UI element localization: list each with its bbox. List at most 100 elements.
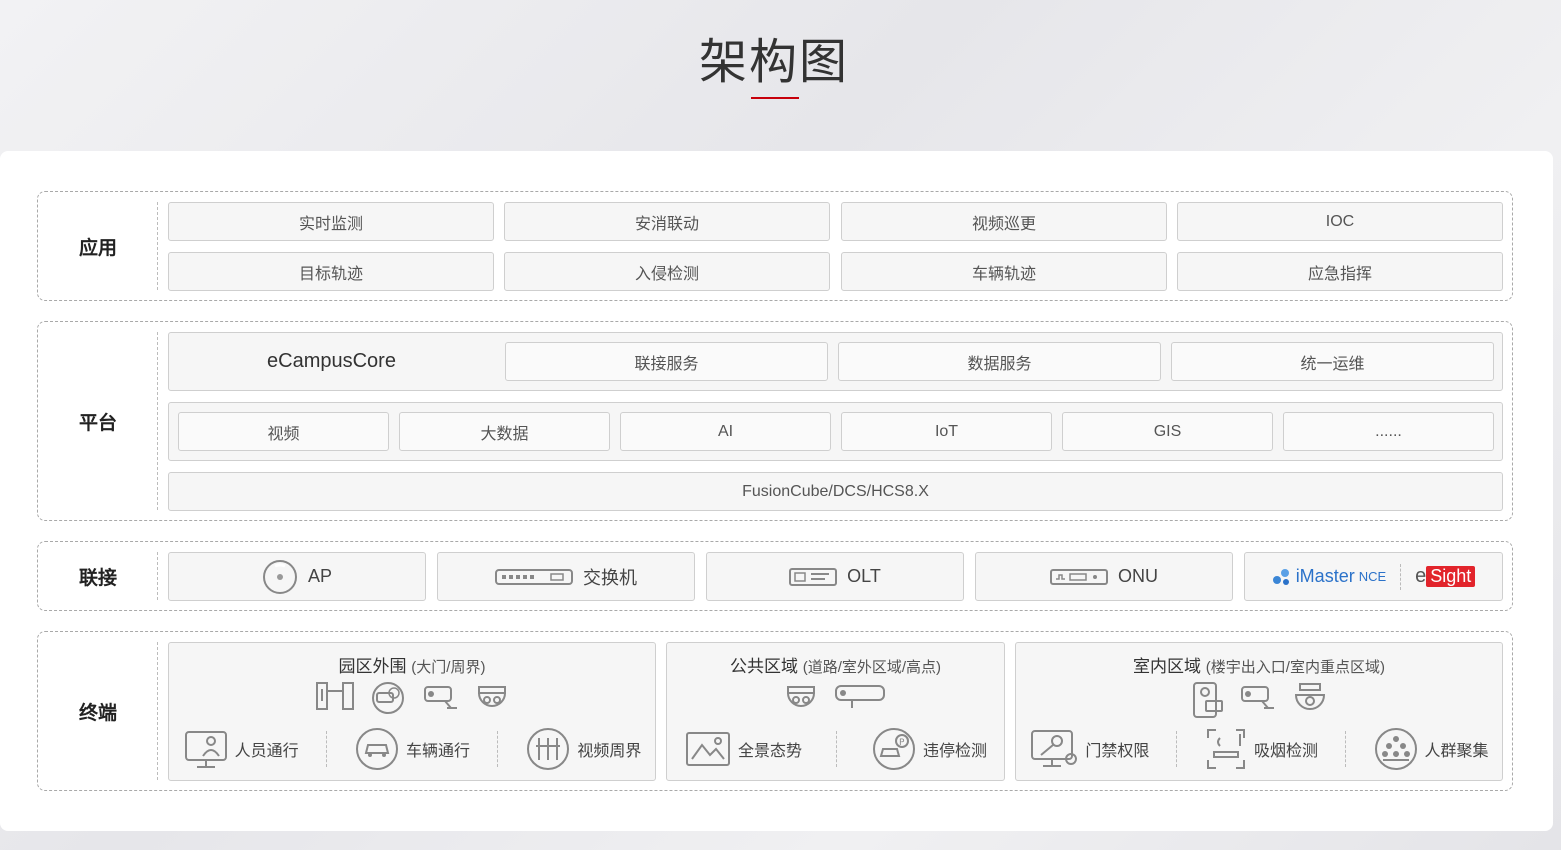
imaster-nce-logo: iMaster NCE xyxy=(1272,566,1386,587)
platform-capability-group: 视频 大数据 AI IoT GIS ...... xyxy=(168,402,1503,461)
bullet-camera-icon xyxy=(1241,686,1274,709)
zone-subtitle: (大门/周界) xyxy=(411,659,486,676)
scene-label: 人员通行 xyxy=(234,743,299,760)
scene-divider xyxy=(1176,731,1178,767)
scene-label: 吸烟检测 xyxy=(1253,743,1318,760)
app-item[interactable]: 视频巡更 xyxy=(841,202,1167,241)
management-platforms[interactable]: iMaster NCE e Sight xyxy=(1244,552,1503,601)
panorama-icon xyxy=(685,732,730,766)
device-olt[interactable]: OLT xyxy=(706,552,964,601)
page-title: 架构图 xyxy=(698,34,849,90)
zone-title: 园区外围 (大门/周界) xyxy=(169,652,655,677)
device-ap[interactable]: AP xyxy=(168,552,426,601)
zone-indoor-area[interactable]: 室内区域 (楼宇出入口/室内重点区域) 门禁权限 吸烟检测 人群聚集 xyxy=(1015,642,1503,781)
management-divider xyxy=(1400,563,1402,590)
ecampuscore-label: eCampusCore xyxy=(267,350,396,372)
layer-label-terminal: 终端 xyxy=(78,702,117,724)
zone-device-icons xyxy=(667,681,1004,715)
scene-item[interactable]: 全景态势 xyxy=(684,729,802,769)
esight-e-text: e xyxy=(1415,565,1427,587)
app-item[interactable]: 入侵检测 xyxy=(504,252,830,291)
scene-item[interactable]: 视频周界 xyxy=(525,726,641,772)
layer-label-platform: 平台 xyxy=(78,412,117,434)
scene-divider xyxy=(835,731,837,767)
layer-divider xyxy=(157,642,158,780)
smoking-detection-icon xyxy=(1206,729,1245,769)
scene-item[interactable]: 车辆通行 xyxy=(354,726,470,772)
title-underline xyxy=(751,97,799,99)
layer-connect: 联接 AP 交换机 OLT ONU iMaster NCE e Sight xyxy=(37,541,1513,611)
olt-icon xyxy=(789,567,838,586)
onu-icon xyxy=(1050,568,1108,585)
app-item[interactable]: 实时监测 xyxy=(168,202,494,241)
layer-platform: 平台 eCampusCore 联接服务 数据服务 统一运维 视频 大数据 AI … xyxy=(37,321,1513,521)
platform-capability[interactable]: GIS xyxy=(1062,412,1273,451)
app-item[interactable]: 安消联动 xyxy=(504,202,830,241)
platform-capability[interactable]: ...... xyxy=(1283,412,1494,451)
scene-divider xyxy=(325,731,327,767)
device-switch[interactable]: 交换机 xyxy=(437,552,695,601)
scene-item[interactable]: 人员通行 xyxy=(183,728,299,770)
scene-label: 全景态势 xyxy=(737,743,802,760)
platform-infrastructure[interactable]: FusionCube/DCS/HCS8.X xyxy=(168,472,1503,511)
zone-name: 公共区域 xyxy=(729,657,798,676)
zone-title: 室内区域 (楼宇出入口/室内重点区域) xyxy=(1016,652,1502,677)
dome-camera-icon xyxy=(786,686,815,707)
scene-item[interactable]: 人群聚集 xyxy=(1373,726,1489,772)
platform-capability[interactable]: 视频 xyxy=(178,412,389,451)
layer-application: 应用 实时监测 安消联动 视频巡更 IOC 目标轨迹 入侵检测 车辆轨迹 应急指… xyxy=(37,191,1513,301)
scene-item[interactable]: P 违停检测 xyxy=(871,726,987,772)
zone-subtitle: (楼宇出入口/室内重点区域) xyxy=(1205,659,1385,676)
platform-service[interactable]: 数据服务 xyxy=(838,342,1161,381)
layer-label-application: 应用 xyxy=(78,237,117,259)
device-label: 交换机 xyxy=(583,567,637,588)
imaster-logo-icon xyxy=(1272,568,1289,585)
layer-divider xyxy=(157,332,158,510)
dome-camera-icon xyxy=(477,686,507,707)
zone-device-icons xyxy=(1016,681,1502,719)
zone-subtitle: (道路/室外区域/高点) xyxy=(802,659,942,676)
dome-camera-icon xyxy=(1294,683,1326,710)
architecture-card: 应用 实时监测 安消联动 视频巡更 IOC 目标轨迹 入侵检测 车辆轨迹 应急指… xyxy=(0,151,1553,831)
scene-item[interactable]: 门禁权限 xyxy=(1029,727,1149,771)
person-access-icon xyxy=(184,731,227,768)
zone-title: 公共区域 (道路/室外区域/高点) xyxy=(667,652,1004,677)
platform-capability[interactable]: 大数据 xyxy=(399,412,610,451)
platform-capability[interactable]: IoT xyxy=(841,412,1052,451)
device-onu[interactable]: ONU xyxy=(975,552,1233,601)
switch-icon xyxy=(495,568,573,585)
zone-campus-perimeter[interactable]: 园区外围 (大门/周界) 人员通行 车辆通行 视频周界 xyxy=(168,642,656,781)
vehicle-access-icon xyxy=(355,728,398,770)
zone-scenes: 人员通行 车辆通行 视频周界 xyxy=(169,723,655,775)
platform-service[interactable]: 联接服务 xyxy=(505,342,828,381)
zone-name: 园区外围 xyxy=(338,657,407,676)
zone-device-icons xyxy=(169,681,655,715)
scene-label: 车辆通行 xyxy=(405,743,470,760)
illegal-parking-icon: P xyxy=(872,728,915,770)
scene-item[interactable]: 吸烟检测 xyxy=(1204,726,1318,772)
zone-name: 室内区域 xyxy=(1133,657,1202,676)
layer-label-connect: 联接 xyxy=(78,567,117,589)
app-item[interactable]: 应急指挥 xyxy=(1177,252,1503,291)
scene-label: 门禁权限 xyxy=(1085,743,1150,760)
scene-divider xyxy=(497,731,499,767)
platform-capability[interactable]: AI xyxy=(620,412,831,451)
scene-label: 人群聚集 xyxy=(1424,743,1489,760)
esight-sight-text: Sight xyxy=(1426,566,1476,587)
app-item[interactable]: 目标轨迹 xyxy=(168,252,494,291)
device-label: OLT xyxy=(847,566,881,586)
scene-label: 违停检测 xyxy=(922,743,987,760)
imaster-text: iMaster xyxy=(1295,566,1355,586)
scene-divider xyxy=(1344,731,1346,767)
parking-camera-icon xyxy=(372,682,404,714)
device-label: ONU xyxy=(1118,566,1158,586)
nce-text: NCE xyxy=(1358,569,1387,584)
zone-public-area[interactable]: 公共区域 (道路/室外区域/高点) 全景态势 P 违停检测 xyxy=(666,642,1005,781)
app-item[interactable]: 车辆轨迹 xyxy=(841,252,1167,291)
platform-service[interactable]: 统一运维 xyxy=(1171,342,1494,381)
layer-terminal: 终端 园区外围 (大门/周界) 人员通行 车辆通行 视频周界 公共区域 (道路/… xyxy=(37,631,1513,791)
scene-label: 视频周界 xyxy=(577,743,642,760)
app-item[interactable]: IOC xyxy=(1177,202,1503,241)
zone-scenes: 门禁权限 吸烟检测 人群聚集 xyxy=(1016,723,1502,775)
gate-barrier-icon xyxy=(316,682,354,710)
